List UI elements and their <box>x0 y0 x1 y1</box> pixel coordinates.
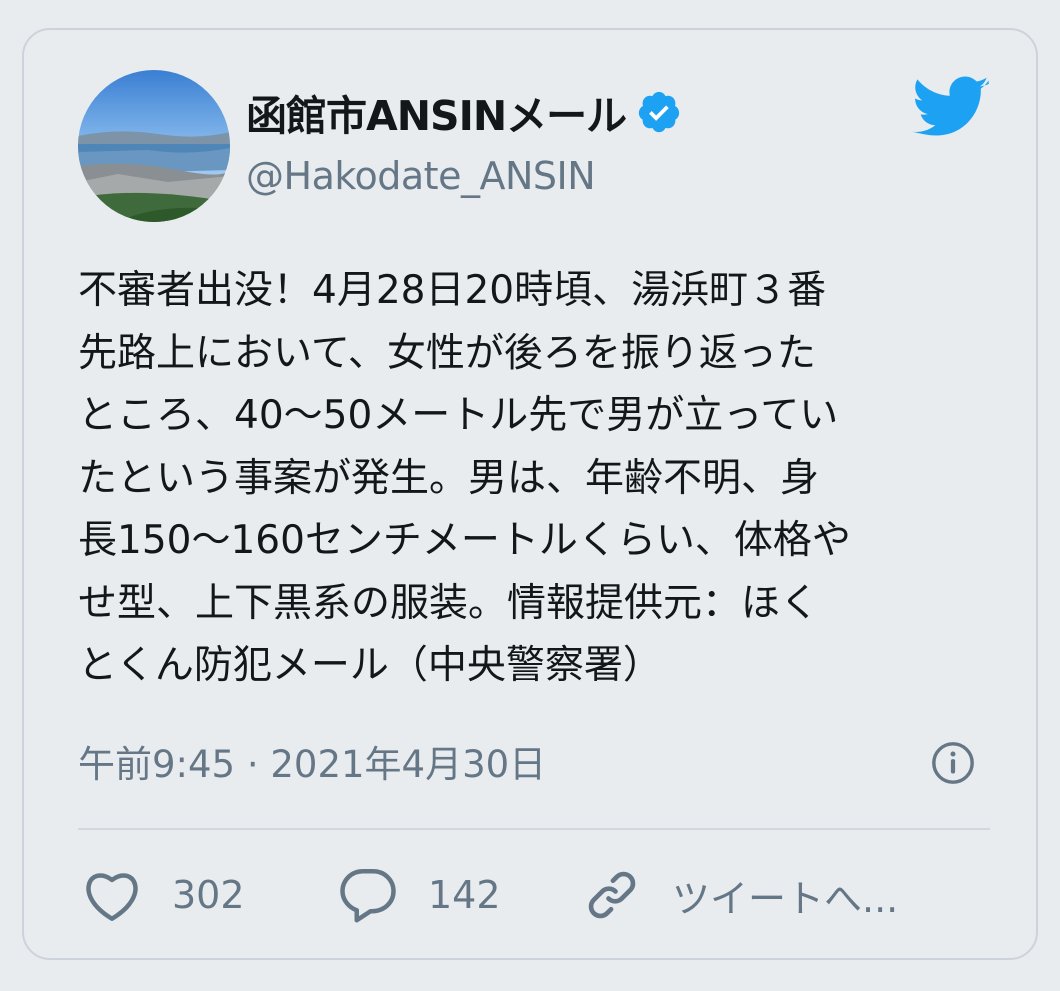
divider <box>78 828 990 830</box>
tweet-card[interactable]: 函館市ANSINメール @Hakodate_ANSIN 不審者出没！4月28日2… <box>22 28 1038 960</box>
info-icon[interactable] <box>930 740 976 786</box>
author-row[interactable]: 函館市ANSINメール <box>246 82 682 142</box>
avatar[interactable] <box>78 70 230 222</box>
heart-icon <box>86 873 138 921</box>
like-count: 302 <box>172 873 245 917</box>
author-display-name[interactable]: 函館市ANSINメール <box>246 82 627 142</box>
author-handle[interactable]: @Hakodate_ANSIN <box>246 154 596 198</box>
copy-link-label: ツイートへ... <box>672 876 899 921</box>
link-icon <box>588 871 636 919</box>
like-button[interactable]: 302 <box>82 860 245 930</box>
copy-link-button[interactable]: ツイートへ... <box>584 860 898 930</box>
twitter-bird-icon[interactable] <box>911 76 990 142</box>
tweet-timestamp[interactable]: 午前9:45 · 2021年4月30日 <box>78 734 546 788</box>
tweet-text: 不審者出没！4月28日20時頃、湯浜町３番 先路上において、女性が後ろを振り返っ… <box>78 268 851 688</box>
reply-count: 142 <box>428 873 501 917</box>
verified-badge-icon <box>636 89 682 135</box>
reply-button[interactable]: 142 <box>338 860 501 930</box>
reply-bubble-icon <box>340 869 396 923</box>
